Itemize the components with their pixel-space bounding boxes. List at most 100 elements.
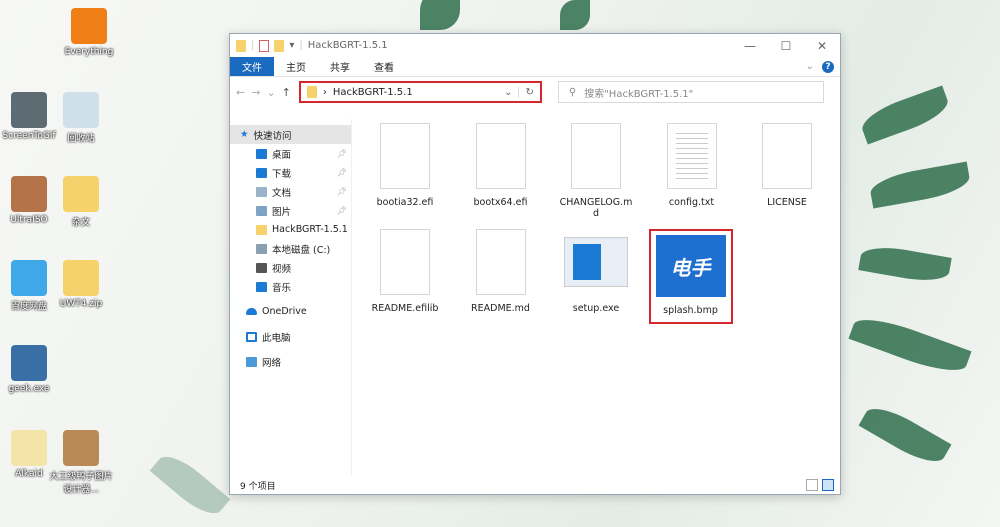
nav-item[interactable]: 下载 📌︎ — [230, 163, 351, 182]
nav-item-label: 视频 — [272, 263, 292, 275]
address-row: ← → ⌄ ↑ › HackBGRT-1.5.1 ⌄ ↻ ⚲ 搜索"HackBG… — [230, 77, 840, 107]
nav-item[interactable]: HackBGRT-1.5.1 — [230, 220, 351, 239]
file-name: bootia32.efi — [376, 197, 434, 208]
nav-item[interactable]: 视频 — [230, 258, 351, 277]
desktop-icon-label: 百度网盘 — [10, 302, 47, 312]
desktop-icon[interactable]: 杂文 — [46, 176, 116, 228]
app-icon — [11, 345, 47, 381]
nav-item-label: 桌面 — [272, 149, 292, 161]
cloud-icon — [246, 308, 257, 315]
file-item[interactable]: config.txt — [649, 123, 735, 208]
nav-item[interactable]: 桌面 📌︎ — [230, 144, 351, 163]
file-item[interactable]: CHANGELOG.md — [553, 123, 639, 219]
tab-file[interactable]: 文件 — [230, 57, 274, 76]
address-bar[interactable]: › HackBGRT-1.5.1 ⌄ ↻ — [298, 81, 542, 103]
minimize-button[interactable]: — — [732, 39, 768, 53]
nav-item-icon — [256, 205, 267, 216]
desktop-icon[interactable]: UWT4.zip — [46, 260, 116, 309]
image-thumbnail: 电手 — [655, 235, 726, 297]
file-name: splash.bmp — [663, 305, 718, 316]
desktop-icon-label: geek.exe — [8, 384, 50, 394]
file-name: README.efilib — [371, 303, 439, 314]
desktop-icon-label: UWT4.zip — [59, 299, 103, 309]
file-item[interactable]: README.efilib — [362, 229, 448, 314]
nav-this-pc[interactable]: 此电脑 — [230, 327, 351, 346]
address-dropdown-icon[interactable]: ⌄ — [504, 87, 512, 98]
desktop-icon[interactable]: 大工级鸭子图片设计器... — [46, 430, 116, 495]
desktop-icon-label: Everything — [64, 47, 114, 57]
nav-item-label: 图片 — [272, 206, 292, 218]
desktop-icon-label: 回收站 — [67, 134, 95, 144]
breadcrumb-chevron-icon: › — [322, 86, 327, 98]
desktop-icon-label: 杂文 — [71, 218, 90, 228]
app-icon — [11, 260, 47, 296]
expand-ribbon-icon[interactable]: ⌄ — [806, 61, 814, 72]
tab-share[interactable]: 共享 — [318, 57, 362, 76]
file-name: CHANGELOG.md — [559, 197, 633, 219]
close-button[interactable]: ✕ — [804, 39, 840, 53]
nav-item[interactable]: 音乐 — [230, 277, 351, 296]
tab-home[interactable]: 主页 — [274, 57, 318, 76]
nav-item-label: 音乐 — [272, 282, 292, 294]
desktop-icon[interactable]: Everything — [54, 8, 124, 57]
nav-network[interactable]: 网络 — [230, 352, 351, 371]
search-icon: ⚲ — [568, 86, 577, 98]
forward-button[interactable]: → — [251, 86, 260, 99]
nav-item[interactable]: 图片 📌︎ — [230, 201, 351, 220]
help-icon[interactable]: ? — [822, 60, 834, 73]
network-icon — [246, 356, 257, 367]
address-path[interactable]: HackBGRT-1.5.1 — [333, 87, 413, 98]
file-item[interactable]: 电手 splash.bmp — [648, 229, 733, 324]
title-bar: | ▾ | HackBGRT-1.5.1 — ☐ ✕ — [230, 34, 840, 57]
back-button[interactable]: ← — [236, 86, 245, 99]
pin-icon: 📌︎ — [336, 187, 347, 196]
file-icon — [475, 123, 526, 189]
desktop-icon-label: UltraISO — [10, 215, 48, 225]
nav-item-icon — [256, 262, 267, 273]
navigation-pane: ★ 快速访问 桌面 📌︎ 下载 📌︎ 文档 📌︎ 图片 📌︎ HackBGRT-1.5.1 本地磁盘… — [230, 119, 352, 476]
file-item[interactable]: setup.exe — [553, 229, 639, 314]
recent-dropdown[interactable]: ⌄ — [266, 86, 275, 99]
new-folder-icon[interactable] — [274, 39, 285, 52]
refresh-button[interactable]: ↻ — [518, 86, 534, 98]
folder-icon — [306, 86, 317, 98]
desktop-icon[interactable]: geek.exe — [0, 345, 64, 394]
nav-quick-access[interactable]: ★ 快速访问 — [230, 125, 351, 144]
properties-icon[interactable] — [259, 39, 270, 52]
app-icon — [71, 8, 107, 44]
nav-item-icon — [256, 186, 267, 197]
nav-item[interactable]: 本地磁盘 (C:) — [230, 239, 351, 258]
search-placeholder: 搜索"HackBGRT-1.5.1" — [584, 88, 694, 100]
customize-dropdown-icon[interactable]: ▾ — [289, 40, 294, 51]
window-title: HackBGRT-1.5.1 — [307, 40, 388, 51]
app-icon — [63, 92, 99, 128]
file-item[interactable]: LICENSE — [744, 123, 830, 208]
file-explorer-window: | ▾ | HackBGRT-1.5.1 — ☐ ✕ 文件 主页 共享 查看 ⌄… — [229, 33, 841, 495]
nav-item-label: 文档 — [272, 187, 292, 199]
folder-icon — [236, 39, 246, 52]
app-icon — [11, 430, 47, 466]
up-button[interactable]: ↑ — [282, 86, 291, 99]
nav-item-label: 本地磁盘 (C:) — [272, 244, 331, 256]
app-icon — [63, 260, 99, 296]
file-icon — [380, 229, 430, 295]
file-item[interactable]: bootia32.efi — [362, 123, 448, 208]
item-count: 9 个项目 — [240, 481, 276, 492]
desktop-icon[interactable]: 回收站 — [46, 92, 116, 144]
nav-item[interactable]: 文档 📌︎ — [230, 182, 351, 201]
pin-icon: 📌︎ — [336, 206, 347, 215]
tab-view[interactable]: 查看 — [362, 57, 406, 76]
file-item[interactable]: README.md — [458, 229, 544, 314]
app-icon — [63, 176, 99, 212]
file-name: LICENSE — [767, 197, 807, 208]
nav-onedrive[interactable]: OneDrive — [230, 302, 351, 321]
pin-icon: 📌︎ — [336, 168, 347, 177]
nav-item-icon — [256, 281, 267, 292]
details-view-button[interactable] — [806, 479, 818, 491]
maximize-button[interactable]: ☐ — [768, 39, 804, 53]
app-icon — [11, 92, 47, 128]
file-item[interactable]: bootx64.efi — [458, 123, 544, 208]
large-icons-view-button[interactable] — [822, 479, 834, 491]
search-input[interactable]: ⚲ 搜索"HackBGRT-1.5.1" — [557, 81, 824, 103]
nav-item-label: HackBGRT-1.5.1 — [272, 224, 348, 235]
